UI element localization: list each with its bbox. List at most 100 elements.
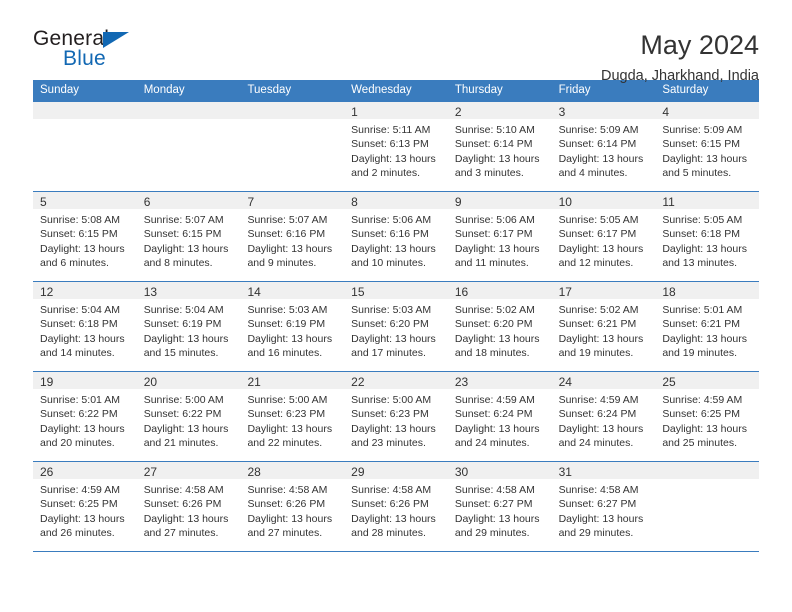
calendar-day-cell-3[interactable]: 3 Sunrise: 5:09 AM Sunset: 6:14 PM Daylight… bbox=[551, 102, 656, 191]
day-detail-line: Sunrise: 5:09 AM bbox=[558, 124, 639, 136]
day-number: 22 bbox=[351, 375, 365, 389]
day-number: 20 bbox=[143, 375, 158, 389]
day-detail-line: Sunset: 6:25 PM bbox=[40, 498, 118, 511]
day-detail-line: Daylight: 13 hours bbox=[454, 332, 540, 345]
day-number-band: 29 bbox=[344, 462, 448, 479]
calendar-day-cell-17[interactable]: 17 Sunrise: 5:02 AM Sunset: 6:21 PM Dayligh… bbox=[551, 282, 656, 371]
calendar-day-cell-8[interactable]: 8 Sunrise: 5:06 AM Sunset: 6:16 PM Daylight… bbox=[344, 192, 448, 281]
day-number-band: 14 bbox=[240, 282, 345, 299]
calendar-day-cell-19[interactable]: 19 Sunrise: 5:01 AM Sunset: 6:22 PM Dayligh… bbox=[33, 372, 137, 461]
day-number-band: 5 bbox=[33, 192, 137, 209]
day-number: 27 bbox=[143, 465, 158, 479]
day-detail-line: Daylight: 13 hours bbox=[40, 332, 125, 345]
calendar-day-cell-26[interactable]: 26 Sunrise: 4:59 AM Sunset: 6:25 PM Dayligh… bbox=[33, 462, 137, 551]
calendar-day-cell-30[interactable]: 30 Sunrise: 4:58 AM Sunset: 6:27 PM Dayligh… bbox=[447, 462, 552, 551]
day-number: 14 bbox=[247, 285, 261, 299]
day-number-band bbox=[240, 102, 345, 119]
day-detail-line: Daylight: 13 hours bbox=[454, 242, 540, 255]
calendar-day-cell-9[interactable]: 9 Sunrise: 5:06 AM Sunset: 6:17 PM Daylight… bbox=[447, 192, 552, 281]
day-number: 2 bbox=[454, 105, 462, 119]
general-blue-logo[interactable]: General Blue bbox=[33, 28, 153, 74]
day-detail-text: Sunrise: 5:04 AM Sunset: 6:18 PM Daylight:… bbox=[33, 299, 137, 361]
day-detail-text: Sunrise: 5:09 AM Sunset: 6:14 PM Daylight:… bbox=[552, 119, 656, 181]
calendar-day-cell-12[interactable]: 12 Sunrise: 5:04 AM Sunset: 6:18 PM Dayligh… bbox=[33, 282, 137, 371]
calendar-day-cell-27[interactable]: 27 Sunrise: 4:58 AM Sunset: 6:26 PM Dayligh… bbox=[136, 462, 241, 551]
logo-text-blue: Blue bbox=[63, 47, 106, 70]
day-number-band: 23 bbox=[447, 372, 552, 389]
calendar-weeks: 1 Sunrise: 5:11 AM Sunset: 6:13 PM Daylight… bbox=[33, 101, 760, 552]
day-detail-line: and 4 minutes. bbox=[558, 167, 628, 180]
day-detail-line: Sunrise: 5:01 AM bbox=[662, 304, 743, 316]
day-number: 17 bbox=[558, 285, 572, 299]
calendar-day-cell-20[interactable]: 20 Sunrise: 5:00 AM Sunset: 6:22 PM Dayligh… bbox=[136, 372, 241, 461]
day-detail-line: Sunset: 6:21 PM bbox=[558, 318, 637, 331]
day-detail-line: Sunset: 6:20 PM bbox=[454, 318, 533, 331]
calendar-day-cell-2[interactable]: 2 Sunrise: 5:10 AM Sunset: 6:14 PM Daylight… bbox=[447, 102, 552, 191]
day-number-band: 19 bbox=[33, 372, 137, 389]
calendar-day-cell-13[interactable]: 13 Sunrise: 5:04 AM Sunset: 6:19 PM Dayligh… bbox=[136, 282, 241, 371]
day-detail-line: and 10 minutes. bbox=[351, 257, 426, 270]
day-detail-line: Sunset: 6:20 PM bbox=[351, 318, 429, 331]
day-number-band: 25 bbox=[655, 372, 760, 389]
calendar-day-cell-29[interactable]: 29 Sunrise: 4:58 AM Sunset: 6:26 PM Dayligh… bbox=[344, 462, 448, 551]
day-detail-line: Sunset: 6:16 PM bbox=[351, 228, 429, 241]
day-number: 29 bbox=[351, 465, 365, 479]
calendar-day-cell-28[interactable]: 28 Sunrise: 4:58 AM Sunset: 6:26 PM Dayligh… bbox=[240, 462, 345, 551]
day-detail-line: Daylight: 13 hours bbox=[143, 332, 229, 345]
day-detail-line: Daylight: 13 hours bbox=[558, 242, 644, 255]
day-detail-line: and 8 minutes. bbox=[143, 257, 213, 270]
day-number: 24 bbox=[558, 375, 572, 389]
day-detail-line: Daylight: 13 hours bbox=[247, 422, 333, 435]
calendar-day-cell-1[interactable]: 1 Sunrise: 5:11 AM Sunset: 6:13 PM Daylight… bbox=[344, 102, 448, 191]
calendar-day-cell-25[interactable]: 25 Sunrise: 4:59 AM Sunset: 6:25 PM Dayligh… bbox=[655, 372, 760, 461]
calendar-day-cell-10[interactable]: 10 Sunrise: 5:05 AM Sunset: 6:17 PM Dayligh… bbox=[551, 192, 656, 281]
weekday-header-row: Sunday Monday Tuesday Wednesday Thursday Frid… bbox=[33, 80, 759, 101]
weekday-header-monday: Monday bbox=[143, 84, 185, 96]
calendar-day-cell-23[interactable]: 23 Sunrise: 4:59 AM Sunset: 6:24 PM Dayligh… bbox=[447, 372, 552, 461]
calendar-week-row: 5 Sunrise: 5:08 AM Sunset: 6:15 PM Daylight… bbox=[33, 191, 760, 281]
day-detail-line: Sunset: 6:19 PM bbox=[247, 318, 326, 331]
day-detail-line: Sunrise: 5:03 AM bbox=[351, 304, 432, 316]
day-detail-line: Daylight: 13 hours bbox=[40, 422, 125, 435]
day-detail-line: Sunrise: 4:58 AM bbox=[454, 484, 535, 496]
calendar-day-cell-21[interactable]: 21 Sunrise: 5:00 AM Sunset: 6:23 PM Dayligh… bbox=[240, 372, 345, 461]
calendar-day-cell-7[interactable]: 7 Sunrise: 5:07 AM Sunset: 6:16 PM Daylight… bbox=[240, 192, 345, 281]
day-detail-line: Sunset: 6:21 PM bbox=[662, 318, 740, 331]
day-detail-text: Sunrise: 4:59 AM Sunset: 6:24 PM Daylight:… bbox=[448, 389, 552, 451]
day-detail-line: Daylight: 13 hours bbox=[454, 152, 540, 165]
calendar-day-cell-15[interactable]: 15 Sunrise: 5:03 AM Sunset: 6:20 PM Dayligh… bbox=[344, 282, 448, 371]
calendar-day-cell-4[interactable]: 4 Sunrise: 5:09 AM Sunset: 6:15 PM Daylight… bbox=[655, 102, 760, 191]
day-number-band: 24 bbox=[551, 372, 656, 389]
day-detail-line: Daylight: 13 hours bbox=[40, 512, 125, 525]
day-detail-line: and 12 minutes. bbox=[558, 257, 634, 270]
day-detail-line: Sunrise: 5:00 AM bbox=[143, 394, 224, 406]
day-detail-line: Daylight: 13 hours bbox=[454, 512, 540, 525]
weekday-header-saturday: Saturday bbox=[662, 84, 709, 96]
weekday-header-thursday: Thursday bbox=[454, 84, 503, 96]
day-detail-text: Sunrise: 5:00 AM Sunset: 6:22 PM Daylight:… bbox=[137, 389, 241, 451]
calendar-day-cell-31[interactable]: 31 Sunrise: 4:58 AM Sunset: 6:27 PM Dayligh… bbox=[551, 462, 656, 551]
day-detail-line: Daylight: 13 hours bbox=[247, 242, 333, 255]
calendar-day-cell-22[interactable]: 22 Sunrise: 5:00 AM Sunset: 6:23 PM Dayligh… bbox=[344, 372, 448, 461]
day-detail-line: Sunrise: 5:07 AM bbox=[247, 214, 328, 226]
day-detail-text: Sunrise: 4:58 AM Sunset: 6:27 PM Daylight:… bbox=[448, 479, 552, 541]
calendar-day-cell-14[interactable]: 14 Sunrise: 5:03 AM Sunset: 6:19 PM Dayligh… bbox=[240, 282, 345, 371]
day-detail-text: Sunrise: 5:03 AM Sunset: 6:20 PM Daylight:… bbox=[344, 299, 448, 361]
day-detail-line: Sunrise: 5:09 AM bbox=[662, 124, 743, 136]
day-number-band: 16 bbox=[447, 282, 552, 299]
logo-triangle-icon bbox=[103, 32, 129, 48]
calendar-day-cell-11[interactable]: 11 Sunrise: 5:05 AM Sunset: 6:18 PM Dayligh… bbox=[655, 192, 760, 281]
day-detail-line: and 3 minutes. bbox=[454, 167, 524, 180]
day-detail-text: Sunrise: 5:00 AM Sunset: 6:23 PM Daylight:… bbox=[240, 389, 344, 451]
day-detail-line: Sunset: 6:15 PM bbox=[662, 138, 740, 151]
day-detail-line: Sunrise: 4:59 AM bbox=[454, 394, 535, 406]
calendar-day-cell-24[interactable]: 24 Sunrise: 4:59 AM Sunset: 6:24 PM Dayligh… bbox=[551, 372, 656, 461]
day-detail-line: and 21 minutes. bbox=[143, 437, 219, 450]
calendar-day-cell-6[interactable]: 6 Sunrise: 5:07 AM Sunset: 6:15 PM Daylight… bbox=[136, 192, 241, 281]
calendar-day-cell-18[interactable]: 18 Sunrise: 5:01 AM Sunset: 6:21 PM Dayligh… bbox=[655, 282, 760, 371]
calendar-day-cell-16[interactable]: 16 Sunrise: 5:02 AM Sunset: 6:20 PM Dayligh… bbox=[447, 282, 552, 371]
calendar-day-cell-5[interactable]: 5 Sunrise: 5:08 AM Sunset: 6:15 PM Daylight… bbox=[33, 192, 137, 281]
page-title: May 2024 bbox=[640, 30, 759, 60]
day-detail-line: and 26 minutes. bbox=[40, 527, 115, 540]
day-detail-line: and 28 minutes. bbox=[351, 527, 426, 540]
